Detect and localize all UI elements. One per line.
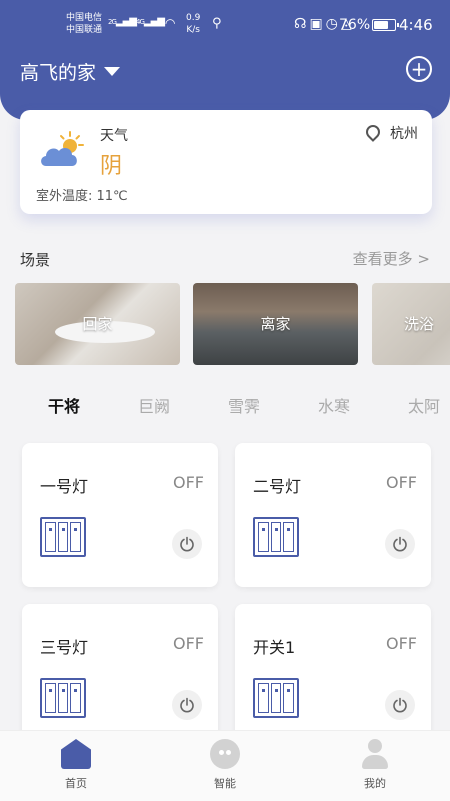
device-card[interactable]: 一号灯 OFF <box>22 443 218 587</box>
power-button[interactable] <box>172 529 202 559</box>
signal-icon-1: 2G▂▄▆ <box>108 16 137 27</box>
switch-panel-icon <box>40 678 86 718</box>
speed-unit: K/s <box>186 25 200 35</box>
battery-icon <box>372 19 399 31</box>
status-time: 4:46 <box>399 16 433 34</box>
power-icon <box>393 536 407 552</box>
device-name: 三号灯 <box>40 638 89 657</box>
weather-label: 天气 <box>100 128 128 144</box>
nfc-icon: ▣ <box>309 16 326 32</box>
speed-value: 0.9 <box>186 13 201 23</box>
nav-label: 智能 <box>214 777 236 790</box>
tab-room-4[interactable]: 水寒 <box>318 393 350 417</box>
switch-panel-icon <box>253 678 299 718</box>
power-icon <box>180 536 194 552</box>
bottom-nav: 首页 智能 我的 <box>0 730 450 801</box>
device-card[interactable]: 二号灯 OFF <box>235 443 431 587</box>
device-card[interactable]: 三号灯 OFF <box>22 604 218 748</box>
home-name: 高飞的家 <box>20 62 97 84</box>
location-pin-icon <box>363 122 383 142</box>
device-card[interactable]: 开关1 OFF <box>235 604 431 748</box>
user-icon <box>360 739 390 769</box>
net-type-2: 4G <box>136 18 145 26</box>
caret-down-icon <box>104 67 121 76</box>
see-more-link[interactable]: 查看更多 > <box>353 248 430 269</box>
power-button[interactable] <box>385 529 415 559</box>
device-state: OFF <box>386 634 417 653</box>
add-button[interactable]: + <box>406 56 432 82</box>
signal-icon-2: 4G▂▄▆ <box>136 16 165 27</box>
switch-panel-icon <box>253 517 299 557</box>
battery-fill <box>374 21 388 29</box>
tab-room-2[interactable]: 巨阙 <box>138 393 170 417</box>
device-name: 开关1 <box>253 638 296 657</box>
device-state: OFF <box>173 634 204 653</box>
weather-condition: 阴 <box>100 154 123 179</box>
tab-room-3[interactable]: 雪霁 <box>228 393 260 417</box>
plus-icon: + <box>410 57 428 81</box>
nav-item-me[interactable]: 我的 <box>335 739 415 791</box>
power-button[interactable] <box>172 690 202 720</box>
network-speed: 0.9 K/s <box>186 12 200 36</box>
location-city: 杭州 <box>390 126 418 142</box>
home-icon <box>61 739 91 769</box>
scene-label: 离家 <box>260 315 291 333</box>
nav-label: 我的 <box>364 777 386 790</box>
weather-card[interactable]: 天气 阴 杭州 室外温度: 11℃ <box>20 110 432 214</box>
device-state: OFF <box>173 473 204 492</box>
net-type-1: 2G <box>108 18 117 26</box>
power-icon <box>180 697 194 713</box>
status-bar: 中国电信 中国联通 2G▂▄▆ 4G▂▄▆ ◠ 0.9 K/s ⚲ ☊▣◷◬ 7… <box>0 0 450 50</box>
battery-percent: 76% <box>339 17 371 33</box>
nav-label: 首页 <box>65 777 87 790</box>
scene-card-bath[interactable]: 洗浴 <box>372 283 450 365</box>
nav-item-home[interactable]: 首页 <box>36 739 116 791</box>
outdoor-temperature: 室外温度: 11℃ <box>36 189 128 204</box>
scene-label: 回家 <box>82 315 113 333</box>
switch-panel-icon <box>40 517 86 557</box>
device-name: 一号灯 <box>40 477 89 496</box>
tab-room-5[interactable]: 太阿 <box>408 393 450 417</box>
carrier-2: 中国联通 <box>66 25 103 35</box>
home-selector[interactable]: 高飞的家 <box>20 58 121 85</box>
device-name: 二号灯 <box>253 477 302 496</box>
scenes-title: 场景 <box>20 251 51 269</box>
usb-icon: ⚲ <box>212 16 222 31</box>
scene-card-away[interactable]: 离家 <box>193 283 358 365</box>
device-state: OFF <box>386 473 417 492</box>
headphones-icon: ☊ <box>294 16 310 32</box>
scene-card-home[interactable]: 回家 <box>15 283 180 365</box>
scene-label: 洗浴 <box>404 315 435 333</box>
cloud-sun-icon <box>41 131 84 166</box>
carrier-info: 中国电信 中国联通 <box>66 12 102 36</box>
power-button[interactable] <box>385 690 415 720</box>
nav-item-smart[interactable]: 智能 <box>185 739 265 791</box>
location[interactable]: 杭州 <box>363 122 418 143</box>
scene-carousel[interactable]: 回家 离家 洗浴 <box>0 283 450 365</box>
wifi-icon: ◠ <box>165 16 176 30</box>
carrier-1: 中国电信 <box>66 13 103 23</box>
power-icon <box>393 697 407 713</box>
robot-icon <box>210 739 240 769</box>
tab-room-1[interactable]: 干将 <box>48 393 80 417</box>
